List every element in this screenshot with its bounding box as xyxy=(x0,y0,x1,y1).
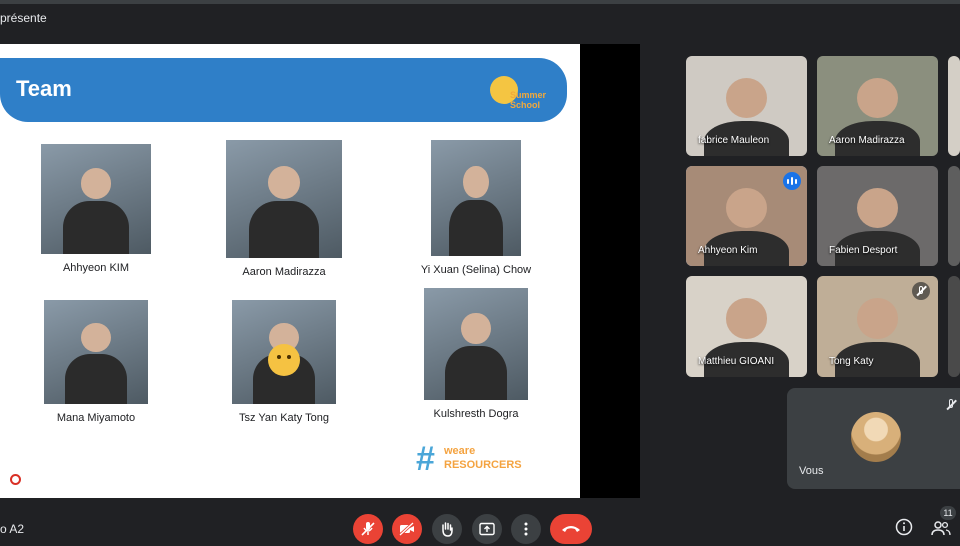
team-member: Mana Miyamoto xyxy=(21,300,171,424)
raise-hand-button[interactable] xyxy=(432,514,462,544)
participant-tile-partial[interactable] xyxy=(948,166,960,266)
video-feed xyxy=(948,276,960,377)
more-vert-icon xyxy=(524,522,528,536)
top-strip xyxy=(0,0,960,4)
participant-name: Ahhyeon Kim xyxy=(698,245,758,256)
team-member: Ahhyeon KIM xyxy=(21,144,171,274)
top-bar: présente xyxy=(0,0,960,36)
member-name: Kulshresth Dogra xyxy=(433,408,519,420)
team-member: Aaron Madirazza xyxy=(209,140,359,278)
summer-school-logo: Summer School xyxy=(488,72,548,116)
meeting-details-button[interactable] xyxy=(894,518,914,538)
bottom-bar: o A2 11 xyxy=(0,506,960,546)
video-feed xyxy=(948,56,960,156)
participant-name: fabrice Mauleon xyxy=(698,135,770,146)
self-view-tile[interactable]: Vous xyxy=(787,388,960,489)
participant-tile[interactable]: Tong Katy xyxy=(817,276,938,377)
member-photo xyxy=(431,140,521,256)
member-photo xyxy=(232,300,336,404)
participant-tile[interactable]: fabrice Mauleon xyxy=(686,56,807,156)
mic-off-icon xyxy=(361,522,375,536)
slide-indicator-icon xyxy=(10,474,21,485)
hang-up-icon xyxy=(562,526,580,532)
mic-muted-icon xyxy=(912,282,930,300)
member-name: Aaron Madirazza xyxy=(242,266,326,278)
member-name: Mana Miyamoto xyxy=(56,412,136,424)
member-photo xyxy=(424,288,528,400)
participant-tile-active-speaker[interactable]: Ahhyeon Kim xyxy=(686,166,807,266)
bear-emoji-icon xyxy=(268,344,300,376)
hand-icon xyxy=(442,522,453,537)
team-member: Tsz Yan Katy Tong xyxy=(209,300,359,424)
present-screen-button[interactable] xyxy=(472,514,502,544)
presentation-stage: Team Summer School Ahhyeon KIM Aaron Mad… xyxy=(0,44,640,498)
team-member: Yi Xuan (Selina) Chow xyxy=(396,140,556,276)
presenting-label: présente xyxy=(0,11,47,25)
member-name: Tsz Yan Katy Tong xyxy=(239,412,329,424)
avatar xyxy=(851,412,901,462)
info-icon xyxy=(895,518,913,536)
more-options-button[interactable] xyxy=(511,514,541,544)
member-photo xyxy=(226,140,342,258)
present-icon xyxy=(479,522,495,536)
participant-name: Aaron Madirazza xyxy=(829,135,905,146)
member-photo xyxy=(44,300,148,404)
self-name: Vous xyxy=(799,465,824,477)
hashtag-text: weare RESOURCERS xyxy=(444,445,522,471)
meeting-code: o A2 xyxy=(0,522,25,536)
member-photo xyxy=(41,144,151,254)
video-feed xyxy=(948,166,960,266)
hash-icon: # xyxy=(416,440,435,478)
slide: Team Summer School Ahhyeon KIM Aaron Mad… xyxy=(0,44,580,498)
participant-tile-partial[interactable] xyxy=(948,276,960,377)
participant-count-badge: 11 xyxy=(940,506,956,520)
participant-name: Tong Katy xyxy=(829,356,874,367)
slide-header: Team Summer School xyxy=(0,58,567,122)
camera-off-icon xyxy=(399,522,415,536)
speaking-indicator-icon xyxy=(783,172,801,190)
slide-title: Team xyxy=(16,76,72,101)
participant-name: Matthieu GIOANI xyxy=(698,356,775,367)
people-icon xyxy=(931,520,951,535)
participant-tile[interactable]: Matthieu GIOANI xyxy=(686,276,807,377)
weare-resourcers-logo: # weare RESOURCERS xyxy=(416,440,526,480)
participant-tile[interactable]: Aaron Madirazza xyxy=(817,56,938,156)
mic-muted-icon xyxy=(942,396,960,414)
member-name: Ahhyeon KIM xyxy=(62,262,130,274)
member-name: Yi Xuan (Selina) Chow xyxy=(420,264,532,276)
team-member: Kulshresth Dogra xyxy=(396,288,556,420)
microphone-button[interactable] xyxy=(353,514,383,544)
participant-tile[interactable]: Fabien Desport xyxy=(817,166,938,266)
participant-name: Fabien Desport xyxy=(829,245,898,256)
participant-tile-partial[interactable] xyxy=(948,56,960,156)
camera-button[interactable] xyxy=(392,514,422,544)
logo-text: Summer School xyxy=(510,90,547,110)
leave-call-button[interactable] xyxy=(550,514,592,544)
